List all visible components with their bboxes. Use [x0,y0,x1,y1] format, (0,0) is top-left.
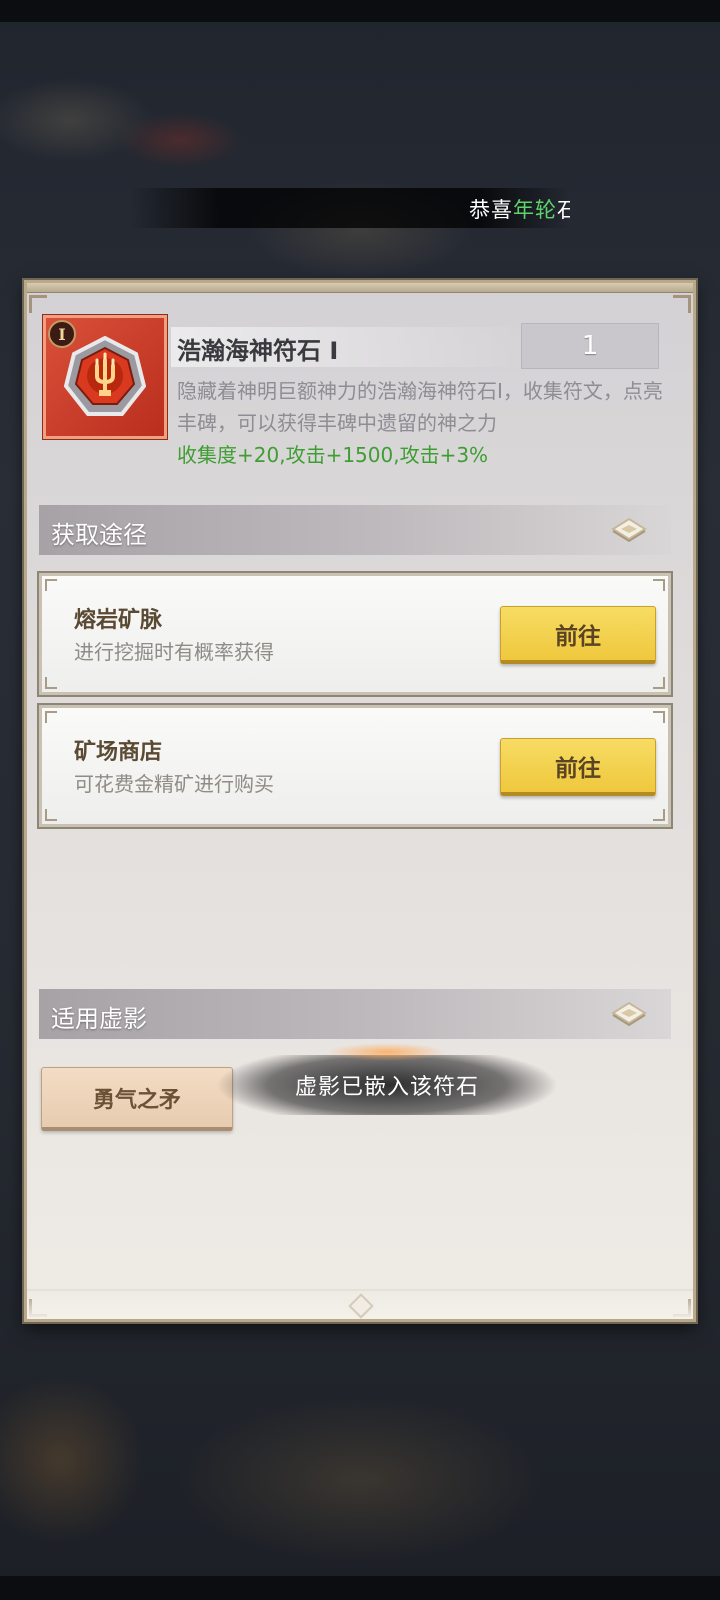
card-corner [45,579,57,591]
card-corner [653,711,665,723]
go-button[interactable]: 前往 [500,606,656,664]
card-corner [45,809,57,821]
section-header-sources[interactable]: 获取途径 [39,505,671,555]
section-title: 适用虚影 [51,1005,147,1033]
source-title: 熔岩矿脉 [74,608,163,633]
toast-glow [327,1043,447,1061]
collapse-diamond-icon[interactable] [609,517,649,543]
card-corner [653,809,665,821]
ticker-text: 恭喜年轮石 [469,194,570,224]
item-name: 浩瀚海神符石 Ⅰ [177,337,339,365]
source-title: 矿场商店 [74,740,163,765]
ticker-prefix: 恭喜 [469,198,513,222]
item-stats: 收集度+20,攻击+1500,攻击+3% [177,443,489,467]
item-icon-frame: I [43,315,167,439]
navigation-bar [0,1576,720,1600]
panel-top-border [27,283,693,293]
corner-ornament [29,295,47,313]
toast-message: 虚影已嵌入该符石 [217,1043,557,1115]
status-bar [0,0,720,22]
card-corner [653,579,665,591]
item-description: 隐藏着神明巨额神力的浩瀚海神符石Ⅰ，收集符文，点亮丰碑，可以获得丰碑中遗留的神之… [177,379,663,435]
card-corner [653,677,665,689]
trident-rune-icon [64,336,146,418]
section-title: 获取途径 [51,521,147,549]
ticker-highlight: 年轮 [513,198,557,222]
source-desc: 进行挖掘时有概率获得 [74,640,274,664]
toast-text: 虚影已嵌入该符石 [294,1075,479,1100]
source-desc: 可花费金精矿进行购买 [74,772,274,796]
card-corner [45,677,57,689]
bottom-diamond-ornament [348,1293,374,1319]
item-count: 1 [521,323,659,369]
source-card-mine-shop: 矿场商店 可花费金精矿进行购买 前往 [39,705,671,827]
card-corner [45,711,57,723]
announcement-ticker: 恭喜年轮石 [130,188,570,228]
corner-ornament [673,295,691,313]
panel-bottom-border [27,1289,693,1319]
ticker-suffix: 石 [557,198,570,222]
section-header-phantom[interactable]: 适用虚影 [39,989,671,1039]
source-card-lava-mine: 熔岩矿脉 进行挖掘时有概率获得 前往 [39,573,671,695]
phantom-spear-of-courage-button[interactable]: 勇气之矛 [41,1067,233,1131]
go-button[interactable]: 前往 [500,738,656,796]
item-detail-panel: I 浩瀚海神符石 Ⅰ 1 隐藏着神明巨额神力的浩瀚海神符石Ⅰ，收集符文，点亮丰碑… [24,280,696,1322]
collapse-diamond-icon[interactable] [609,1001,649,1027]
